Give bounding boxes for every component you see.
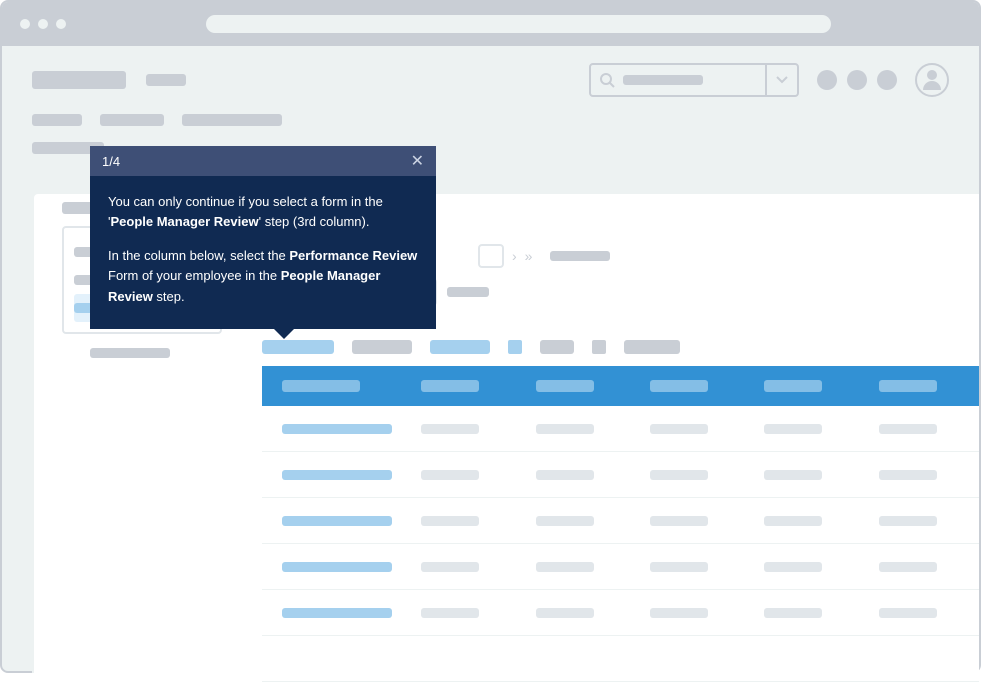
search-input[interactable] xyxy=(589,63,799,97)
tooltip-body: You can only continue if you select a fo… xyxy=(90,176,436,329)
chevron-double-right-icon: » xyxy=(525,248,533,264)
table-header xyxy=(262,366,979,406)
filter-chip[interactable] xyxy=(352,340,412,354)
search-icon xyxy=(599,72,615,88)
header-action[interactable] xyxy=(817,70,837,90)
window-dot[interactable] xyxy=(20,19,30,29)
tooltip-paragraph: In the column below, select the Performa… xyxy=(108,246,418,306)
browser-titlebar xyxy=(2,2,979,46)
header-action[interactable] xyxy=(877,70,897,90)
column-header[interactable] xyxy=(650,380,708,392)
pager-label xyxy=(550,251,610,261)
logo xyxy=(32,71,126,89)
pager-prev[interactable] xyxy=(478,244,504,268)
header-actions xyxy=(817,70,897,90)
table-row[interactable] xyxy=(262,406,979,452)
nav-tabs xyxy=(2,114,979,136)
header-action[interactable] xyxy=(847,70,867,90)
app-header xyxy=(2,46,979,114)
chevron-down-icon xyxy=(776,76,788,84)
column-header[interactable] xyxy=(421,380,479,392)
filter-chip[interactable] xyxy=(624,340,680,354)
avatar-icon xyxy=(923,70,941,90)
filter-chip[interactable] xyxy=(262,340,334,354)
filter-row xyxy=(262,340,979,354)
table-row[interactable] xyxy=(262,636,979,682)
url-bar[interactable] xyxy=(206,15,831,33)
browser-window: › » xyxy=(0,0,981,673)
table-row[interactable] xyxy=(262,544,979,590)
window-dot[interactable] xyxy=(38,19,48,29)
nav-tab[interactable] xyxy=(32,114,82,126)
chevron-right-icon: › xyxy=(512,248,517,264)
brand-subtitle xyxy=(146,74,186,86)
tooltip-header: 1/4 ✕ xyxy=(90,146,436,176)
filter-chip[interactable] xyxy=(540,340,574,354)
tooltip-paragraph: You can only continue if you select a fo… xyxy=(108,192,418,232)
data-table xyxy=(262,366,979,682)
filter-chip[interactable] xyxy=(430,340,490,354)
nav-tab[interactable] xyxy=(182,114,282,126)
window-controls[interactable] xyxy=(20,19,66,29)
column-header[interactable] xyxy=(879,380,937,392)
search-dropdown-toggle[interactable] xyxy=(765,65,797,95)
pager: › » xyxy=(478,244,610,268)
table-row[interactable] xyxy=(262,452,979,498)
filter-toggle[interactable] xyxy=(508,340,522,354)
nav-tab[interactable] xyxy=(100,114,164,126)
close-icon[interactable]: ✕ xyxy=(411,151,424,171)
tooltip-step: 1/4 xyxy=(102,154,120,169)
walkthrough-tooltip: 1/4 ✕ You can only continue if you selec… xyxy=(90,146,436,329)
table-row[interactable] xyxy=(262,590,979,636)
filter-toggle[interactable] xyxy=(592,340,606,354)
avatar[interactable] xyxy=(915,63,949,97)
column-header[interactable] xyxy=(536,380,594,392)
side-panel-footer xyxy=(90,348,170,358)
column-header[interactable] xyxy=(764,380,822,392)
toolbar-label xyxy=(447,287,489,297)
table-row[interactable] xyxy=(262,498,979,544)
search-placeholder xyxy=(623,75,703,85)
column-header[interactable] xyxy=(282,380,360,392)
window-dot[interactable] xyxy=(56,19,66,29)
